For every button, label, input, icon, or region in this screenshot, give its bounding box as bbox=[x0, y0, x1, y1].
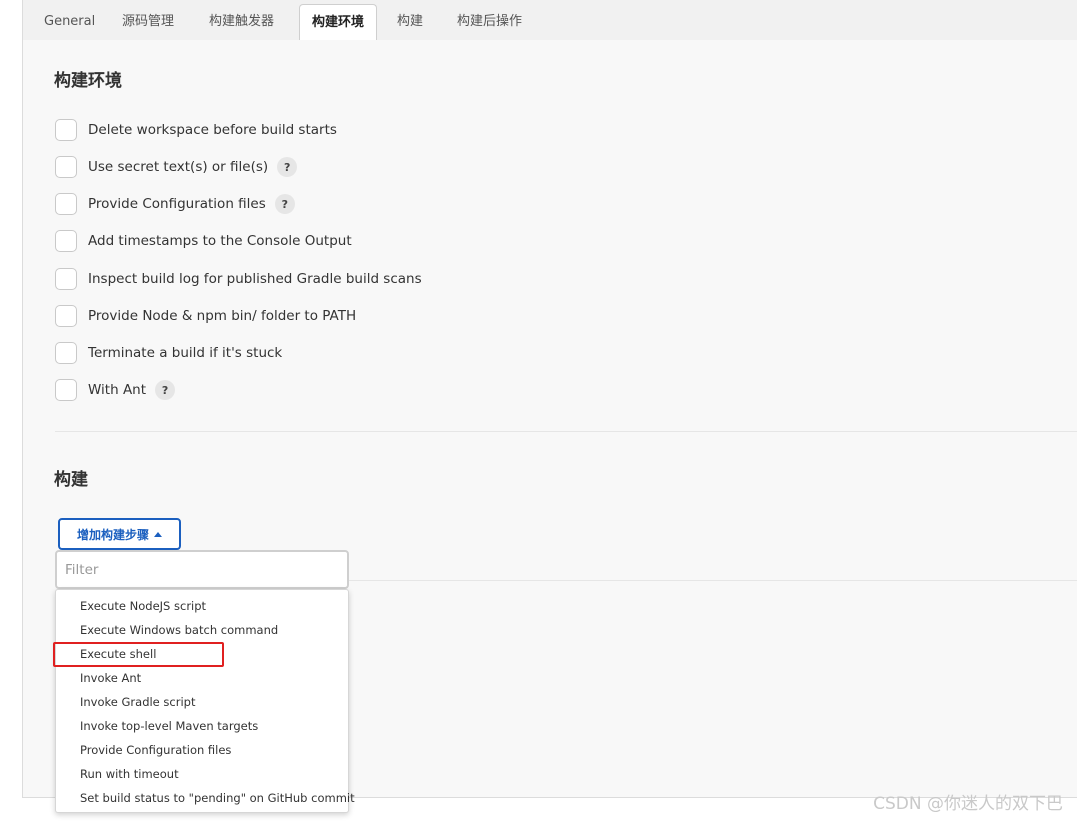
help-icon[interactable]: ? bbox=[277, 157, 298, 177]
menu-item-invoke-maven[interactable]: Invoke top-level Maven targets bbox=[80, 716, 258, 736]
menu-item-provide-config-files[interactable]: Provide Configuration files bbox=[80, 740, 231, 760]
checkbox[interactable] bbox=[55, 268, 77, 290]
checkbox[interactable] bbox=[55, 193, 77, 215]
checkbox[interactable] bbox=[55, 342, 77, 364]
build-title: 构建 bbox=[54, 470, 88, 490]
option-label: Use secret text(s) or file(s) bbox=[88, 159, 269, 175]
option-provide-config-files[interactable]: Provide Configuration files ? bbox=[55, 193, 295, 215]
option-node-npm-path[interactable]: Provide Node & npm bin/ folder to PATH bbox=[55, 305, 356, 327]
option-inspect-gradle-scans[interactable]: Inspect build log for published Gradle b… bbox=[55, 268, 422, 290]
option-terminate-stuck-build[interactable]: Terminate a build if it's stuck bbox=[55, 342, 282, 364]
watermark: CSDN @你迷人的双下巴 bbox=[873, 794, 1063, 814]
add-build-step-button[interactable]: 增加构建步骤 bbox=[58, 518, 181, 550]
checkbox[interactable] bbox=[55, 156, 77, 178]
menu-item-invoke-gradle[interactable]: Invoke Gradle script bbox=[80, 692, 195, 712]
option-label: Provide Node & npm bin/ folder to PATH bbox=[88, 308, 357, 324]
menu-item-set-github-status[interactable]: Set build status to "pending" on GitHub … bbox=[80, 788, 355, 808]
option-label: Add timestamps to the Console Output bbox=[88, 233, 352, 249]
caret-up-icon bbox=[154, 531, 162, 537]
checkbox[interactable] bbox=[55, 305, 77, 327]
option-secret-text[interactable]: Use secret text(s) or file(s) ? bbox=[55, 156, 298, 178]
build-env-title: 构建环境 bbox=[54, 71, 122, 91]
option-label: Terminate a build if it's stuck bbox=[88, 345, 283, 361]
menu-item-run-with-timeout[interactable]: Run with timeout bbox=[80, 764, 179, 784]
option-label: Inspect build log for published Gradle b… bbox=[88, 271, 422, 287]
option-label: With Ant bbox=[88, 382, 147, 398]
menu-item-execute-windows-batch[interactable]: Execute Windows batch command bbox=[80, 620, 278, 640]
option-delete-workspace[interactable]: Delete workspace before build starts bbox=[55, 119, 337, 141]
option-with-ant[interactable]: With Ant ? bbox=[55, 379, 176, 401]
checkbox[interactable] bbox=[55, 230, 77, 252]
build-step-menu: Execute NodeJS script Execute Windows ba… bbox=[55, 589, 355, 813]
tab-bar: General 源码管理 构建触发器 构建环境 构建 构建后操作 bbox=[23, 0, 1077, 40]
tab-build-environment[interactable]: 构建环境 bbox=[299, 4, 377, 40]
option-add-timestamps[interactable]: Add timestamps to the Console Output bbox=[55, 230, 352, 252]
tab-general[interactable]: General bbox=[34, 4, 105, 40]
menu-item-execute-shell[interactable]: Execute shell bbox=[80, 644, 156, 664]
filter-input[interactable] bbox=[55, 550, 349, 589]
section-divider bbox=[55, 431, 1077, 432]
add-build-step-label: 增加构建步骤 bbox=[76, 527, 149, 542]
checkbox[interactable] bbox=[55, 119, 77, 141]
menu-item-execute-nodejs[interactable]: Execute NodeJS script bbox=[80, 596, 206, 616]
tab-build[interactable]: 构建 bbox=[387, 4, 433, 40]
tab-source-management[interactable]: 源码管理 bbox=[112, 4, 184, 40]
tab-build-triggers[interactable]: 构建触发器 bbox=[199, 4, 284, 40]
help-icon[interactable]: ? bbox=[274, 194, 295, 214]
help-icon[interactable]: ? bbox=[155, 380, 176, 400]
menu-item-invoke-ant[interactable]: Invoke Ant bbox=[80, 668, 141, 688]
tab-post-build[interactable]: 构建后操作 bbox=[447, 4, 532, 40]
option-label: Delete workspace before build starts bbox=[88, 122, 337, 138]
checkbox[interactable] bbox=[55, 379, 77, 401]
option-label: Provide Configuration files bbox=[88, 196, 266, 212]
